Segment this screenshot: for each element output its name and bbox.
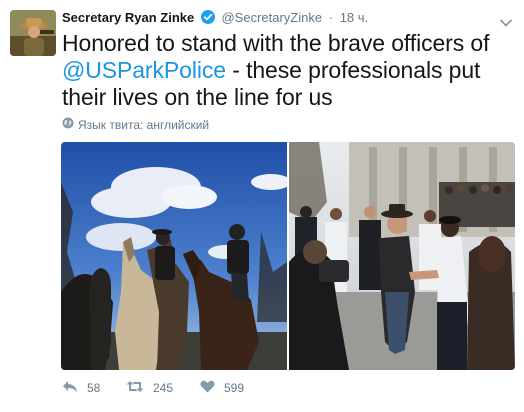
reply-button[interactable]: 58 [62, 380, 126, 396]
globe-icon [62, 117, 74, 132]
retweet-icon [126, 380, 144, 396]
reply-icon [62, 380, 78, 396]
language-label: Язык твита: английский [78, 117, 210, 132]
verified-badge-icon [200, 10, 215, 27]
media-grid [61, 142, 515, 370]
tweet-timestamp[interactable]: 18 ч. [340, 10, 368, 25]
tweet-actions: 58 245 599 [62, 379, 260, 397]
retweet-button[interactable]: 245 [126, 380, 200, 396]
translate-note[interactable]: Язык твита: английский [62, 117, 209, 132]
tweet-header: Secretary Ryan Zinke @SecretaryZinke · 1… [62, 10, 514, 28]
header-separator: · [328, 10, 334, 25]
retweet-count: 245 [153, 381, 174, 395]
heart-icon [200, 380, 215, 396]
avatar[interactable] [10, 10, 56, 56]
like-count: 599 [224, 381, 245, 395]
tweet-text: Honored to stand with the brave officers… [62, 30, 517, 111]
tweet-text-start: Honored to stand with the brave officers… [62, 30, 490, 56]
like-button[interactable]: 599 [200, 380, 260, 396]
reply-count: 58 [87, 381, 101, 395]
mention-link[interactable]: @USParkPolice [62, 57, 226, 83]
photo-handshake-officers[interactable] [289, 142, 515, 370]
author-handle[interactable]: @SecretaryZinke [221, 10, 322, 25]
photo-mounted-officers[interactable] [61, 142, 287, 370]
tweet-card[interactable]: Secretary Ryan Zinke @SecretaryZinke · 1… [0, 0, 524, 412]
author-name[interactable]: Secretary Ryan Zinke [62, 10, 194, 25]
